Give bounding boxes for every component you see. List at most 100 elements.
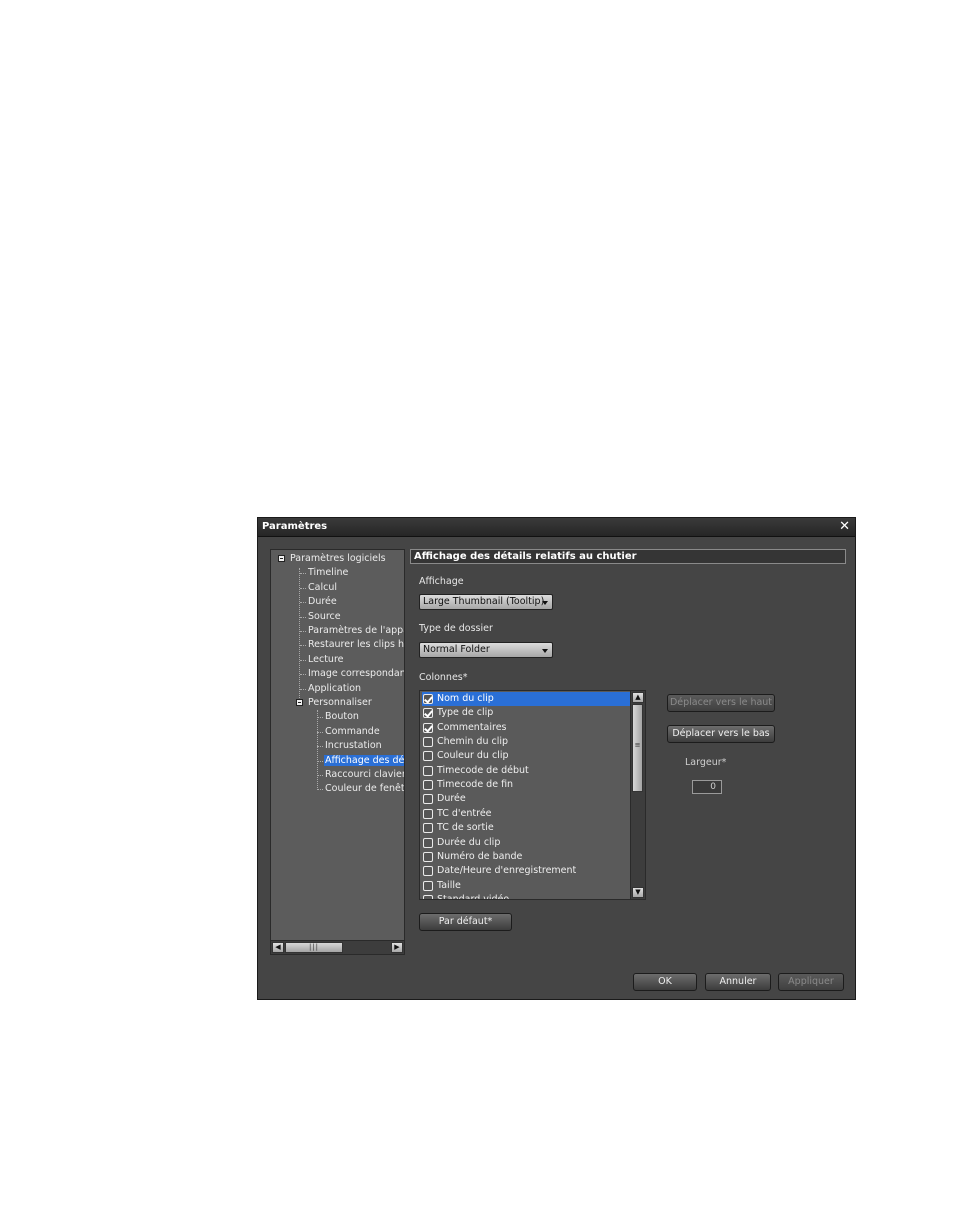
type-dossier-value: Normal Folder bbox=[423, 644, 490, 655]
scroll-up-icon[interactable]: ▲ bbox=[632, 692, 644, 703]
list-item-label: Couleur du clip bbox=[437, 750, 509, 762]
tree-connector bbox=[300, 587, 306, 589]
list-item[interactable]: Durée du clip bbox=[422, 836, 630, 850]
tree-item[interactable]: Timeline bbox=[307, 566, 349, 579]
checkbox[interactable] bbox=[423, 765, 433, 776]
list-item-label: Numéro de bande bbox=[437, 850, 523, 862]
list-item[interactable]: Timecode de fin bbox=[422, 778, 630, 792]
collapse-icon[interactable] bbox=[278, 555, 285, 562]
checkbox[interactable] bbox=[423, 866, 433, 877]
checkbox[interactable] bbox=[423, 737, 433, 748]
tree-connector bbox=[300, 688, 306, 690]
scroll-thumb[interactable]: ||| bbox=[285, 942, 343, 953]
list-item[interactable]: Standard vidéo bbox=[422, 893, 630, 900]
tree-item-label: Calcul bbox=[308, 581, 337, 593]
list-item[interactable]: Taille bbox=[422, 879, 630, 893]
checkbox[interactable] bbox=[423, 894, 433, 899]
checkbox[interactable] bbox=[423, 751, 433, 762]
tree-item[interactable]: Calcul bbox=[307, 581, 338, 594]
settings-dialog: Paramètres ✕ ◀ ||| ▶ Paramètres logiciel… bbox=[257, 517, 856, 1000]
tree-item-label: Affichage des déta bbox=[324, 754, 404, 766]
tree-item[interactable]: Paramètres de l'appar bbox=[307, 624, 405, 637]
tree-connector bbox=[300, 602, 306, 604]
tree-item-label: Personnaliser bbox=[308, 697, 372, 708]
list-item[interactable]: Numéro de bande bbox=[422, 850, 630, 864]
tree-connector bbox=[317, 710, 318, 790]
tree-connector bbox=[300, 659, 306, 661]
list-item-label: Standard vidéo bbox=[437, 893, 510, 900]
collapse-icon[interactable] bbox=[296, 699, 303, 706]
checkbox[interactable] bbox=[423, 851, 433, 862]
tree-item[interactable]: Commande bbox=[324, 725, 381, 738]
checkbox[interactable] bbox=[423, 780, 433, 791]
tree-item[interactable]: Image correspondante bbox=[307, 667, 404, 680]
tree-item[interactable]: Bouton bbox=[324, 710, 360, 723]
list-item-label: Chemin du clip bbox=[437, 736, 509, 748]
tree-item[interactable]: Personnaliser bbox=[307, 696, 373, 709]
largeur-label: Largeur* bbox=[685, 757, 727, 768]
list-item[interactable]: Commentaires bbox=[422, 721, 630, 735]
title-bar[interactable]: Paramètres ✕ bbox=[258, 518, 855, 537]
scroll-left-icon[interactable]: ◀ bbox=[272, 942, 284, 953]
checkbox[interactable] bbox=[423, 794, 433, 805]
largeur-input[interactable]: 0 bbox=[692, 780, 722, 794]
tree-connector bbox=[300, 616, 306, 618]
list-item-label: Taille bbox=[437, 879, 461, 891]
tree-item-label: Bouton bbox=[325, 711, 359, 723]
scroll-thumb[interactable]: ≡ bbox=[632, 704, 643, 792]
default-button[interactable]: Par défaut* bbox=[419, 913, 512, 931]
list-item[interactable]: Timecode de début bbox=[422, 764, 630, 778]
columns-list[interactable]: Standard vidéo Taille Date/Heure d'enregis… bbox=[419, 690, 646, 900]
tree-item[interactable]: Source bbox=[307, 610, 342, 623]
affichage-dropdown[interactable]: Large Thumbnail (Tooltip) bbox=[419, 594, 553, 610]
list-item[interactable]: Durée bbox=[422, 792, 630, 806]
cancel-button[interactable]: Annuler bbox=[705, 973, 771, 991]
list-item[interactable]: Type de clip bbox=[422, 706, 630, 720]
columns-vertical-scrollbar[interactable]: ▲ ≡ ▼ bbox=[630, 691, 645, 899]
type-dossier-label: Type de dossier bbox=[419, 623, 493, 634]
move-up-button[interactable]: Déplacer vers le haut bbox=[667, 694, 775, 712]
tree-item[interactable]: Raccourci clavier bbox=[324, 768, 404, 781]
list-item[interactable]: Couleur du clip bbox=[422, 749, 630, 763]
checkbox[interactable] bbox=[423, 722, 433, 733]
tree-item-label: Restaurer les clips hor bbox=[308, 639, 405, 651]
tree-connector bbox=[300, 674, 306, 676]
list-item-label: TC d'entrée bbox=[437, 807, 492, 819]
checkbox[interactable] bbox=[423, 694, 433, 704]
list-item[interactable]: Nom du clip bbox=[422, 692, 630, 706]
tree-item-label: Durée bbox=[308, 596, 337, 608]
tree-item-label: Commande bbox=[325, 725, 380, 737]
list-item-label: Type de clip bbox=[437, 707, 494, 719]
tree-item[interactable]: Couleur de fenêtre bbox=[324, 782, 404, 795]
tree-item-label: Lecture bbox=[308, 653, 344, 665]
move-down-button[interactable]: Déplacer vers le bas bbox=[667, 725, 775, 743]
checkbox[interactable] bbox=[423, 837, 433, 848]
tree-item[interactable]: Affichage des déta bbox=[324, 754, 404, 767]
list-item[interactable]: TC de sortie bbox=[422, 821, 630, 835]
tree-item-label: Paramètres de l'appar bbox=[308, 625, 405, 636]
tree-item[interactable]: Lecture bbox=[307, 653, 344, 666]
close-icon[interactable]: ✕ bbox=[839, 519, 850, 534]
tree-connector bbox=[300, 573, 306, 575]
list-item[interactable]: Chemin du clip bbox=[422, 735, 630, 749]
checkbox[interactable] bbox=[423, 708, 433, 719]
apply-button[interactable]: Appliquer bbox=[778, 973, 844, 991]
scroll-down-icon[interactable]: ▼ bbox=[632, 887, 644, 898]
tree-item[interactable]: Incrustation bbox=[324, 739, 383, 752]
tree-item[interactable]: Application bbox=[307, 682, 362, 695]
scroll-right-icon[interactable]: ▶ bbox=[391, 942, 403, 953]
settings-tree[interactable]: ◀ ||| ▶ Paramètres logiciels Timeline Calc… bbox=[270, 549, 405, 955]
tree-item[interactable]: Paramètres logiciels bbox=[289, 552, 387, 565]
tree-item[interactable]: Restaurer les clips hor bbox=[307, 638, 405, 651]
tree-item[interactable]: Durée bbox=[307, 595, 338, 608]
list-item-label: Date/Heure d'enregistrement bbox=[437, 865, 577, 877]
checkbox[interactable] bbox=[423, 880, 433, 891]
tree-horizontal-scrollbar[interactable]: ◀ ||| ▶ bbox=[271, 940, 404, 954]
list-item[interactable]: Date/Heure d'enregistrement bbox=[422, 864, 630, 878]
type-dossier-dropdown[interactable]: Normal Folder bbox=[419, 642, 553, 658]
checkbox[interactable] bbox=[423, 823, 433, 834]
list-item[interactable]: TC d'entrée bbox=[422, 807, 630, 821]
checkbox[interactable] bbox=[423, 808, 433, 819]
ok-button[interactable]: OK bbox=[633, 973, 697, 991]
colonnes-label: Colonnes* bbox=[419, 672, 468, 683]
